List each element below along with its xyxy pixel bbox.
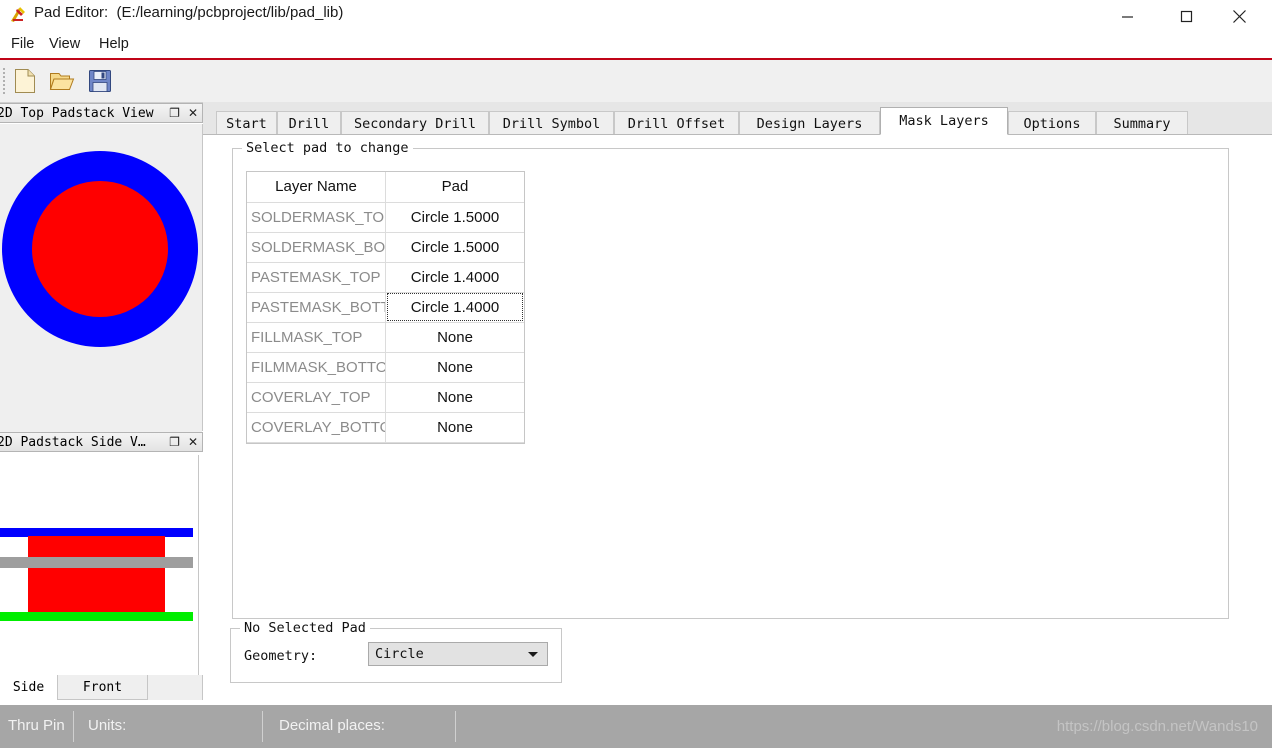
- side-pad-lower: [28, 568, 165, 613]
- side-core-layer: [0, 557, 193, 568]
- side-panel-float-icon[interactable]: ❐: [169, 435, 180, 449]
- col-header-layer-name: Layer Name: [247, 172, 386, 203]
- tab-drill-offset[interactable]: Drill Offset: [614, 111, 739, 135]
- save-icon: [89, 70, 111, 92]
- cell-layer-name: SOLDERMASK_BOTTOM: [247, 231, 386, 263]
- tab-mask-layers[interactable]: Mask Layers: [880, 107, 1008, 135]
- cell-pad-value[interactable]: Circle 1.5000: [385, 231, 524, 263]
- tab-drill-symbol[interactable]: Drill Symbol: [489, 111, 614, 135]
- decimal-places-label: Decimal places:: [279, 717, 385, 734]
- cell-pad-value[interactable]: None: [385, 381, 524, 413]
- menu-help[interactable]: Help: [94, 35, 134, 53]
- title-bar: Pad Editor: (E:/learning/pcbproject/lib/…: [0, 0, 1272, 32]
- cell-layer-name: FILMMASK_BOTTOM: [247, 351, 386, 383]
- open-folder-button[interactable]: [46, 65, 78, 97]
- cell-pad-value[interactable]: Circle 1.5000: [385, 201, 524, 233]
- tab-secondary-drill[interactable]: Secondary Drill: [341, 111, 489, 135]
- select-pad-group-title: Select pad to change: [242, 140, 413, 156]
- menu-view[interactable]: View: [44, 35, 85, 53]
- pad-editor-window: Pad Editor: (E:/learning/pcbproject/lib/…: [0, 0, 1272, 748]
- table-row[interactable]: FILLMASK_TOP None: [247, 321, 524, 353]
- toolbar: [0, 60, 1272, 103]
- app-icon: [8, 5, 28, 25]
- side-view-tab-front[interactable]: Front: [58, 675, 148, 700]
- watermark-text: https://blog.csdn.net/Wands10: [1056, 718, 1258, 735]
- minimize-icon: [1121, 15, 1133, 18]
- menu-file[interactable]: File: [6, 35, 39, 53]
- tab-drill[interactable]: Drill: [277, 111, 341, 135]
- table-row[interactable]: PASTEMASK_BOTTOM Circle 1.4000: [247, 291, 524, 323]
- close-button[interactable]: [1216, 0, 1262, 32]
- toolbar-grip[interactable]: [3, 66, 7, 96]
- window-title: Pad Editor: (E:/learning/pcbproject/lib/…: [34, 4, 344, 21]
- status-separator-3: [455, 711, 456, 742]
- chevron-down-icon: [528, 652, 538, 657]
- table-row[interactable]: PASTEMASK_TOP Circle 1.4000: [247, 261, 524, 293]
- cell-layer-name: FILLMASK_TOP: [247, 321, 386, 353]
- side-bottom-mask-layer: [0, 612, 193, 621]
- geometry-dropdown-value: Circle: [375, 646, 424, 662]
- cell-pad-value[interactable]: Circle 1.4000: [385, 261, 524, 293]
- tab-summary[interactable]: Summary: [1096, 111, 1188, 135]
- menu-bar: File View Help cadence: [0, 32, 1272, 82]
- top-panel-float-icon[interactable]: ❐: [169, 106, 180, 120]
- side-view-tabs: Side Front: [0, 675, 203, 700]
- col-header-pad: Pad: [385, 172, 524, 203]
- table-header-row: Layer Name Pad: [247, 172, 524, 203]
- tab-options[interactable]: Options: [1008, 111, 1096, 135]
- new-file-button[interactable]: [9, 65, 41, 97]
- cell-pad-value[interactable]: None: [385, 351, 524, 383]
- table-row[interactable]: SOLDERMASK_TOP Circle 1.5000: [247, 201, 524, 233]
- side-padstack-view-canvas[interactable]: [0, 455, 199, 676]
- padstack-inner-circle: [32, 181, 168, 317]
- pin-type-label: Thru Pin: [8, 717, 65, 734]
- selected-pad-group-title: No Selected Pad: [240, 620, 370, 636]
- save-button[interactable]: [84, 65, 116, 97]
- open-folder-icon: [49, 73, 75, 90]
- table-row[interactable]: SOLDERMASK_BOTTOM Circle 1.5000: [247, 231, 524, 263]
- tab-start[interactable]: Start: [216, 111, 277, 135]
- cell-pad-value[interactable]: None: [385, 321, 524, 353]
- table-row[interactable]: FILMMASK_BOTTOM None: [247, 351, 524, 383]
- maximize-icon: [1180, 10, 1192, 22]
- top-padstack-view-canvas[interactable]: [0, 124, 203, 431]
- cell-pad-value-focused[interactable]: Circle 1.4000: [385, 291, 524, 323]
- top-panel-close-icon[interactable]: ✕: [188, 106, 198, 120]
- cell-pad-value[interactable]: None: [385, 411, 524, 443]
- status-separator-2: [262, 711, 263, 742]
- side-view-tab-side[interactable]: Side: [0, 675, 58, 700]
- cell-layer-name: SOLDERMASK_TOP: [247, 201, 386, 233]
- tab-design-layers[interactable]: Design Layers: [739, 111, 880, 135]
- cell-layer-name: PASTEMASK_BOTTOM: [247, 291, 386, 323]
- mask-layer-table[interactable]: Layer Name Pad SOLDERMASK_TOP Circle 1.5…: [246, 171, 525, 444]
- top-padstack-view-title: 2D Top Padstack View: [0, 106, 154, 121]
- status-separator-1: [73, 711, 74, 742]
- minimize-button[interactable]: [1104, 0, 1150, 32]
- geometry-dropdown[interactable]: Circle: [368, 642, 548, 666]
- mask-layers-panel: Select pad to change Layer Name Pad SOLD…: [203, 134, 1272, 700]
- cell-layer-name: COVERLAY_TOP: [247, 381, 386, 413]
- main-tab-strip: Start Drill Secondary Drill Drill Symbol…: [203, 102, 1272, 135]
- new-file-icon: [15, 69, 35, 93]
- side-padstack-view-header: 2D Padstack Side V… ❐ ✕: [0, 432, 203, 452]
- close-icon: [1232, 9, 1246, 23]
- cell-layer-name: COVERLAY_BOTTOM: [247, 411, 386, 443]
- side-panel-close-icon[interactable]: ✕: [188, 435, 198, 449]
- geometry-label: Geometry:: [244, 648, 318, 664]
- table-row[interactable]: COVERLAY_BOTTOM None: [247, 411, 524, 443]
- selected-pad-group: No Selected Pad Geometry: Circle: [230, 620, 562, 683]
- side-padstack-view-title: 2D Padstack Side V…: [0, 435, 146, 450]
- maximize-button[interactable]: [1163, 0, 1209, 32]
- cell-layer-name: PASTEMASK_TOP: [247, 261, 386, 293]
- table-row[interactable]: COVERLAY_TOP None: [247, 381, 524, 413]
- select-pad-group: Select pad to change Layer Name Pad SOLD…: [232, 140, 1229, 619]
- top-padstack-view-header: 2D Top Padstack View ❐ ✕: [0, 103, 203, 123]
- units-label: Units:: [88, 717, 127, 734]
